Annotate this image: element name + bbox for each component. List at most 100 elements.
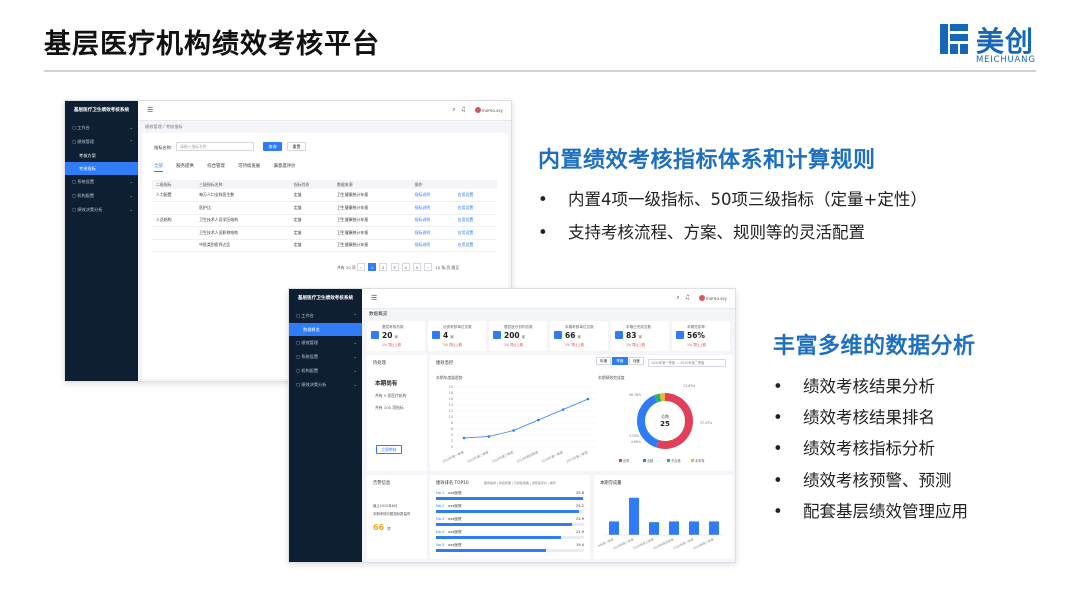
explain-link[interactable]: 指标说明 (410, 201, 454, 215)
pager-page[interactable]: 3 (390, 263, 399, 271)
topbar-icons[interactable]: ⌕♫ (452, 106, 471, 114)
slice-label: 37.03% (700, 421, 712, 425)
menu-icon[interactable]: ☰ (147, 106, 153, 114)
toggle-year[interactable]: 年度 (596, 357, 612, 365)
date-range-picker[interactable]: 2020年第一季度 — 2020年第二季度 (648, 359, 726, 367)
ring-slice (637, 395, 660, 448)
username[interactable]: momo.ssy (706, 296, 727, 301)
toggle-month[interactable]: 月度 (628, 357, 644, 365)
explain-link[interactable]: 指标说明 (410, 239, 454, 252)
slice-label: 3.33% (629, 434, 639, 438)
explain-link[interactable]: 指标说明 (410, 214, 454, 227)
ranking-panel: 绩效排名 TOP10 服务提供 | 综合管理 | 可持续发展 | 满意度评价 |… (430, 475, 590, 559)
reset-button[interactable]: 重置 (287, 142, 306, 151)
stat-card: 本期完成率 56% 1% 同比上期 (672, 321, 730, 351)
sidebar-item-workbench[interactable]: ▢ 工作台 ⌄ (65, 121, 138, 135)
pager-size[interactable]: 10 条/页 (435, 265, 450, 270)
x-tick-label: 2020年第一季度 (540, 449, 563, 463)
pager-prev[interactable]: ‹ (356, 263, 365, 271)
rank-bar-track (436, 549, 584, 552)
tab-sustainable[interactable]: 可持续发展 (238, 163, 260, 169)
y-tick-label: 8 (451, 421, 453, 425)
table-cell: 卫生健康统计年报 (333, 189, 411, 202)
sidebar-item-analysis[interactable]: ▢ 绩效决策分析 ⌄ (65, 203, 138, 217)
bullet-item: • 内置4项一级指标、50项三级指标（定量+定性） (538, 190, 927, 209)
settings-link[interactable]: 应用设置 (453, 201, 497, 215)
sidebar-subitem-overview[interactable]: 数据概览 (289, 323, 362, 336)
x-tick-label: 2019年第三季度 (632, 536, 655, 550)
ranking-filters[interactable]: 服务提供 | 综合管理 | 可持续发展 | 满意度评价 | 排序 (484, 481, 556, 485)
table-cell: 卫生健康统计年报 (333, 239, 411, 252)
explain-link[interactable]: 指标说明 (410, 189, 454, 202)
table-cell: 医护比 (195, 201, 290, 215)
table-cell: 定量 (289, 189, 334, 202)
settings-link[interactable]: 应用设置 (453, 239, 497, 252)
stat-card: 本期考核单位总数 66 家 1% 同比上期 (550, 321, 608, 351)
warning-line: 截止2020年8月 (373, 504, 398, 508)
x-tick-label: 2019年第四季度 (652, 536, 675, 550)
stat-value: 20 家 (382, 331, 399, 340)
sidebar-item-performance[interactable]: ▢ 绩效管理 ⌃ (65, 135, 138, 149)
pager-page[interactable]: 1 (368, 263, 377, 271)
username[interactable]: momo.ssy (482, 108, 503, 113)
pager-page[interactable]: 5 (412, 263, 421, 271)
bars-panel: 本期完成量 2019年第一季度 2019年第二季度 2019年第三季度 2019年第四… (594, 475, 733, 559)
sidebar-item-analysis[interactable]: ▢ 绩效决策分析 ⌄ (289, 378, 362, 392)
sidebar-subitem-plan[interactable]: 考核方案 (65, 149, 138, 162)
review-button[interactable]: 立即审核 (376, 445, 402, 454)
rank-bar-track (436, 536, 584, 539)
sidebar-subitem-indicator[interactable]: 考核指标 (65, 162, 138, 175)
rank-bar-track (436, 523, 584, 526)
rank-name: xxx医院 (448, 517, 462, 521)
stat-change: 1% 同比上期 (626, 343, 645, 347)
data-point (512, 429, 515, 432)
slide: 基层医疗机构绩效考核平台 美创 MEICHUANG 基层医疗卫生绩效考核系统 ▢… (0, 0, 1080, 615)
sidebar-item-settings[interactable]: ▢ 系统设置 ⌄ (65, 175, 138, 189)
ranking-row: No.2 xxx医院 25.2 (436, 504, 584, 516)
avatar[interactable] (475, 107, 481, 113)
stat-value: 56% (687, 331, 705, 340)
search-input[interactable]: 请输入指标名称 (176, 142, 254, 151)
pager-page[interactable]: 2 (379, 263, 388, 271)
rank-label: No.5 (436, 543, 445, 547)
menu-icon[interactable]: ☰ (371, 294, 377, 302)
slice-label: 13.63% (683, 384, 695, 388)
x-tick-label: 2019年第四季度 (516, 449, 539, 463)
sidebar-item-org[interactable]: ▢ 机构配置 ⌄ (65, 189, 138, 203)
rank-bar-track (436, 497, 584, 500)
pager-page[interactable]: 4 (401, 263, 410, 271)
sidebar-item-workbench[interactable]: ▢ 工作台 ⌃ (289, 309, 362, 323)
sidebar-item-performance[interactable]: ▢ 绩效管理 ⌄ (289, 336, 362, 350)
tab-service[interactable]: 服务提供 (176, 163, 194, 169)
explain-link[interactable]: 指标说明 (410, 226, 454, 240)
table-cell: 人员结构 (152, 214, 196, 227)
rank-name: xxx医院 (448, 504, 462, 508)
legend-label: 优秀 (623, 458, 630, 463)
sidebar-item-settings[interactable]: ▢ 系统设置 ⌄ (289, 350, 362, 364)
todo-panel: 待处理 本期尚有 共有 5 家医疗机构 共有 100 项指标 立即审核 (367, 355, 427, 471)
pager-next[interactable]: › (424, 263, 433, 271)
ring-center-label: 总数 (661, 413, 669, 419)
ring-center-value: 25 (660, 420, 670, 428)
legend-label: 未考核 (695, 458, 705, 463)
toggle-quarter[interactable]: 季度 (612, 357, 628, 365)
stat-label: 优秀考核单位总数 (443, 325, 472, 329)
column-header: 二级指标 (152, 180, 196, 189)
tab-all[interactable]: 全部 (154, 163, 163, 172)
sidebar-item-org[interactable]: ▢ 机构配置 ⌄ (289, 364, 362, 378)
tab-satisfaction[interactable]: 满意度评价 (274, 163, 296, 169)
table-cell: 每万人口全科医生数 (195, 189, 290, 202)
query-button[interactable]: 查询 (263, 142, 282, 151)
tab-management[interactable]: 综合管理 (207, 163, 225, 169)
settings-link[interactable]: 应用设置 (453, 189, 497, 202)
settings-link[interactable]: 应用设置 (453, 214, 497, 227)
bullet-item: • 配套基层绩效管理应用 (773, 502, 968, 521)
avatar[interactable] (699, 295, 705, 301)
y-tick-label: 4 (451, 433, 453, 437)
settings-link[interactable]: 应用设置 (453, 226, 497, 240)
stat-icon (615, 331, 623, 339)
pager-jump[interactable]: 跳至 (452, 265, 460, 270)
completion-bar-chart: 2019年第一季度2019年第二季度2019年第三季度2019年第四季度2020… (598, 497, 724, 550)
topbar-icons[interactable]: ⌕♫ (676, 294, 695, 302)
rank-score: 25.2 (575, 504, 584, 508)
